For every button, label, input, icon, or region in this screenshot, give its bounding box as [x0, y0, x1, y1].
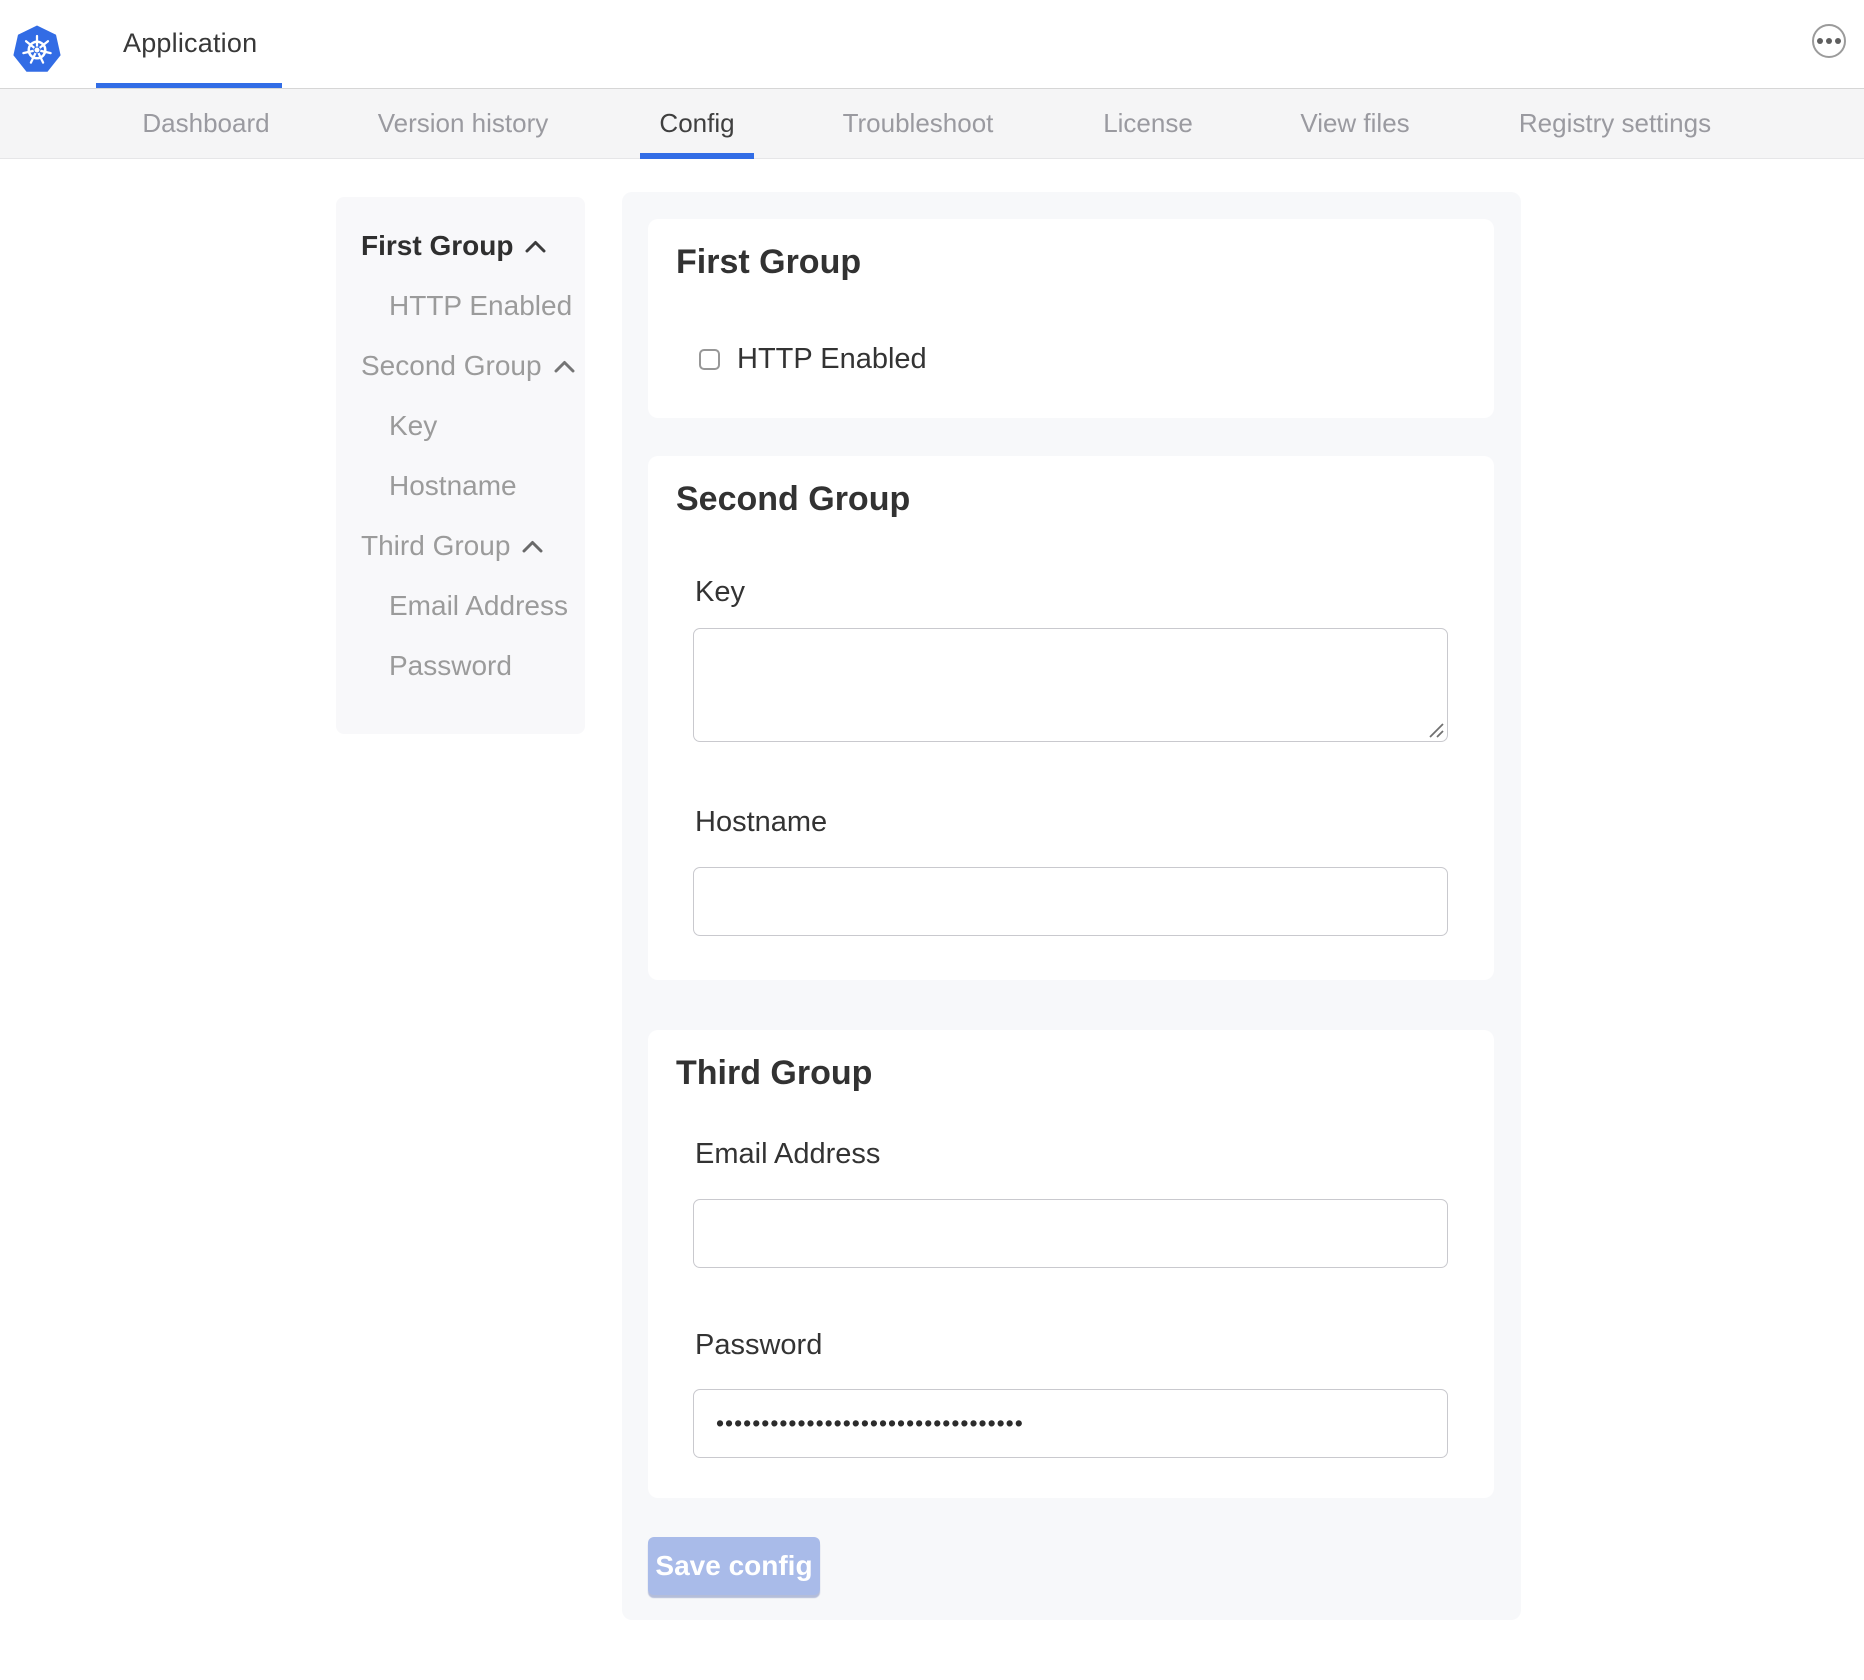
http-enabled-field: HTTP Enabled [699, 343, 927, 376]
kubernetes-logo-icon [12, 22, 62, 76]
app-tabbar: Dashboard Version history Config Trouble… [0, 89, 1864, 159]
email-address-input[interactable] [693, 1199, 1448, 1268]
sidebar-group-label: Third Group [361, 530, 510, 562]
sidebar-group-third-group[interactable]: Third Group [336, 516, 585, 576]
config-group-first-group: First Group HTTP Enabled [648, 219, 1494, 418]
email-address-label: Email Address [695, 1138, 880, 1171]
sidebar-group-label: First Group [361, 230, 513, 262]
ellipsis-menu-button[interactable] [1812, 24, 1846, 58]
key-textarea[interactable] [693, 628, 1448, 742]
config-group-third-group: Third Group Email Address Password [648, 1030, 1494, 1498]
save-config-button[interactable]: Save config [648, 1537, 820, 1595]
hostname-input[interactable] [693, 867, 1448, 936]
key-label: Key [695, 576, 745, 609]
sidebar-item-password[interactable]: Password [336, 636, 585, 696]
tab-license[interactable]: License [1103, 89, 1193, 158]
tab-config[interactable]: Config [659, 89, 734, 158]
tab-view-files[interactable]: View files [1300, 89, 1409, 158]
password-label: Password [695, 1329, 822, 1362]
sidebar-group-second-group[interactable]: Second Group [336, 336, 585, 396]
tab-troubleshoot[interactable]: Troubleshoot [843, 89, 994, 158]
group-title: First Group [676, 243, 861, 282]
tab-dashboard[interactable]: Dashboard [142, 89, 269, 158]
config-panel: First Group HTTP Enabled Second Group Ke… [622, 192, 1521, 1620]
group-title: Second Group [676, 480, 910, 519]
config-group-second-group: Second Group Key Hostname [648, 456, 1494, 980]
tab-registry-settings[interactable]: Registry settings [1519, 89, 1711, 158]
tab-version-history[interactable]: Version history [378, 89, 549, 158]
hostname-label: Hostname [695, 806, 827, 839]
chevron-up-icon [554, 360, 575, 373]
sidebar-group-first-group[interactable]: First Group [336, 216, 585, 276]
http-enabled-label: HTTP Enabled [737, 343, 927, 376]
sidebar-item-hostname[interactable]: Hostname [336, 456, 585, 516]
chevron-up-icon [525, 240, 546, 253]
sidebar-item-http-enabled[interactable]: HTTP Enabled [336, 276, 585, 336]
sidebar-item-email-address[interactable]: Email Address [336, 576, 585, 636]
password-input[interactable] [693, 1389, 1448, 1458]
sidebar-item-key[interactable]: Key [336, 396, 585, 456]
app-title: Application [123, 28, 257, 59]
ellipsis-icon [1817, 38, 1823, 44]
http-enabled-checkbox[interactable] [699, 349, 720, 370]
tab-config-active-indicator [640, 153, 754, 159]
group-title: Third Group [676, 1054, 872, 1093]
sidebar-group-label: Second Group [361, 350, 542, 382]
app-title-active-indicator [96, 83, 282, 88]
config-nav-sidebar: First Group HTTP Enabled Second Group Ke… [336, 197, 585, 734]
chevron-up-icon [522, 540, 543, 553]
app-header: Application [0, 0, 1864, 89]
